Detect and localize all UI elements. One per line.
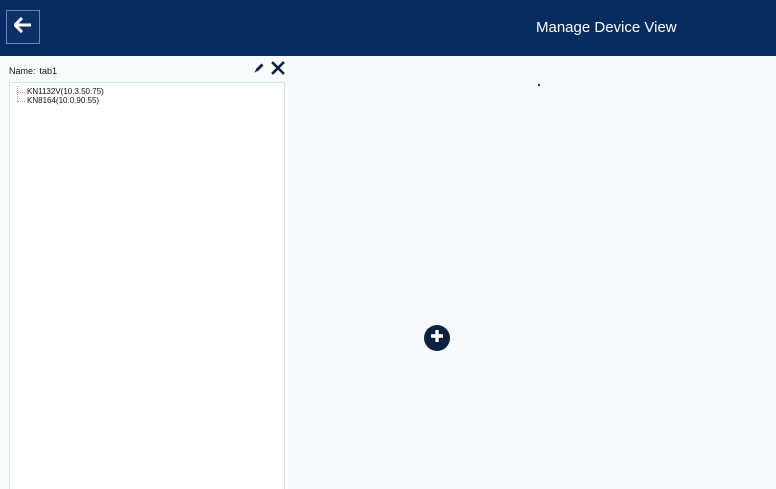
tree-branch	[17, 101, 25, 102]
canvas-marker	[538, 84, 540, 86]
name-value: tab1	[39, 66, 58, 76]
name-label: Name:	[9, 66, 36, 76]
delete-view-button[interactable]	[270, 60, 286, 80]
tree-branch	[17, 92, 25, 93]
app-header: Manage Device View	[0, 0, 776, 56]
plus-circle-icon	[429, 328, 445, 349]
close-icon	[271, 60, 285, 80]
pencil-icon	[253, 61, 265, 79]
tree-item-label: KN8164(10.0.90.55)	[27, 96, 100, 105]
device-view-canvas[interactable]	[292, 56, 776, 489]
edit-name-button[interactable]	[252, 63, 266, 77]
arrow-left-icon	[12, 16, 32, 38]
view-name-row: Name: tab1	[9, 66, 57, 76]
tree-connector	[17, 86, 18, 101]
add-device-button[interactable]	[424, 325, 450, 351]
tree-item-label: KN1132V(10.3.50.75)	[27, 87, 104, 96]
page-title: Manage Device View	[536, 19, 677, 36]
device-tree: KN1132V(10.3.50.75) KN8164(10.0.90.55)	[9, 82, 285, 489]
back-button[interactable]	[6, 10, 40, 44]
